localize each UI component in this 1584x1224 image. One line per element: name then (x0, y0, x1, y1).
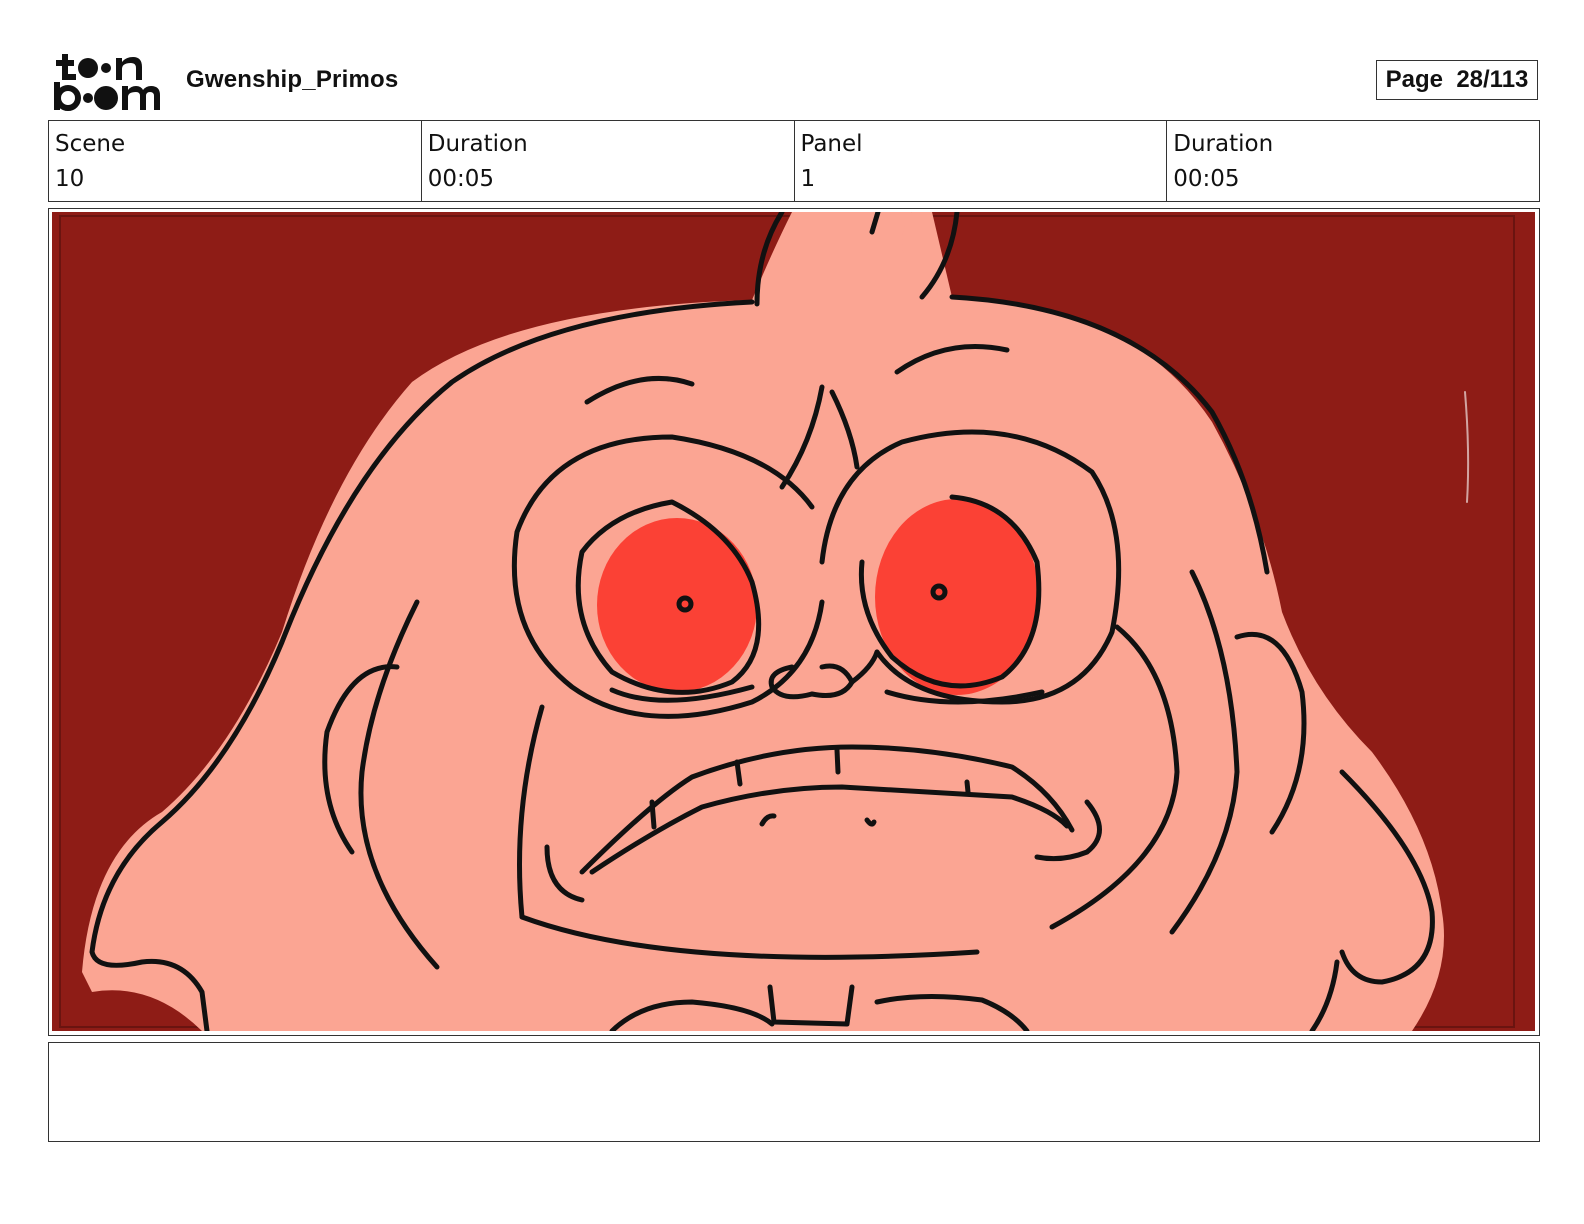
page-indicator: Page 28/113 (1376, 60, 1538, 100)
scene-duration-label: Duration (427, 131, 528, 157)
toon-boom-logo (50, 50, 166, 114)
panel-value: 1 (800, 166, 816, 192)
document-title: Gwenship_Primos (186, 66, 399, 93)
page-label: Page (1385, 66, 1443, 93)
scene-duration-value: 00:05 (427, 166, 495, 192)
page-number: 28/113 (1456, 66, 1529, 93)
storyboard-panel-image (52, 212, 1535, 1031)
scene-value: 10 (55, 166, 85, 192)
panel-cell: Panel 1 (793, 121, 1167, 201)
panel-duration-label: Duration (1173, 131, 1274, 157)
storyboard-panel-frame (48, 208, 1540, 1036)
panel-label: Panel (800, 131, 863, 157)
scene-label: Scene (55, 131, 126, 157)
character-drawing (52, 212, 1535, 1031)
scene-duration-cell: Duration 00:05 (420, 121, 794, 201)
scene-cell: Scene 10 (49, 121, 421, 201)
panel-duration-value: 00:05 (1173, 166, 1240, 192)
scene-info-table: Scene 10 Duration 00:05 Panel 1 Duration… (48, 120, 1540, 202)
panel-duration-cell: Duration 00:05 (1166, 121, 1539, 201)
panel-notes-box (48, 1042, 1540, 1142)
